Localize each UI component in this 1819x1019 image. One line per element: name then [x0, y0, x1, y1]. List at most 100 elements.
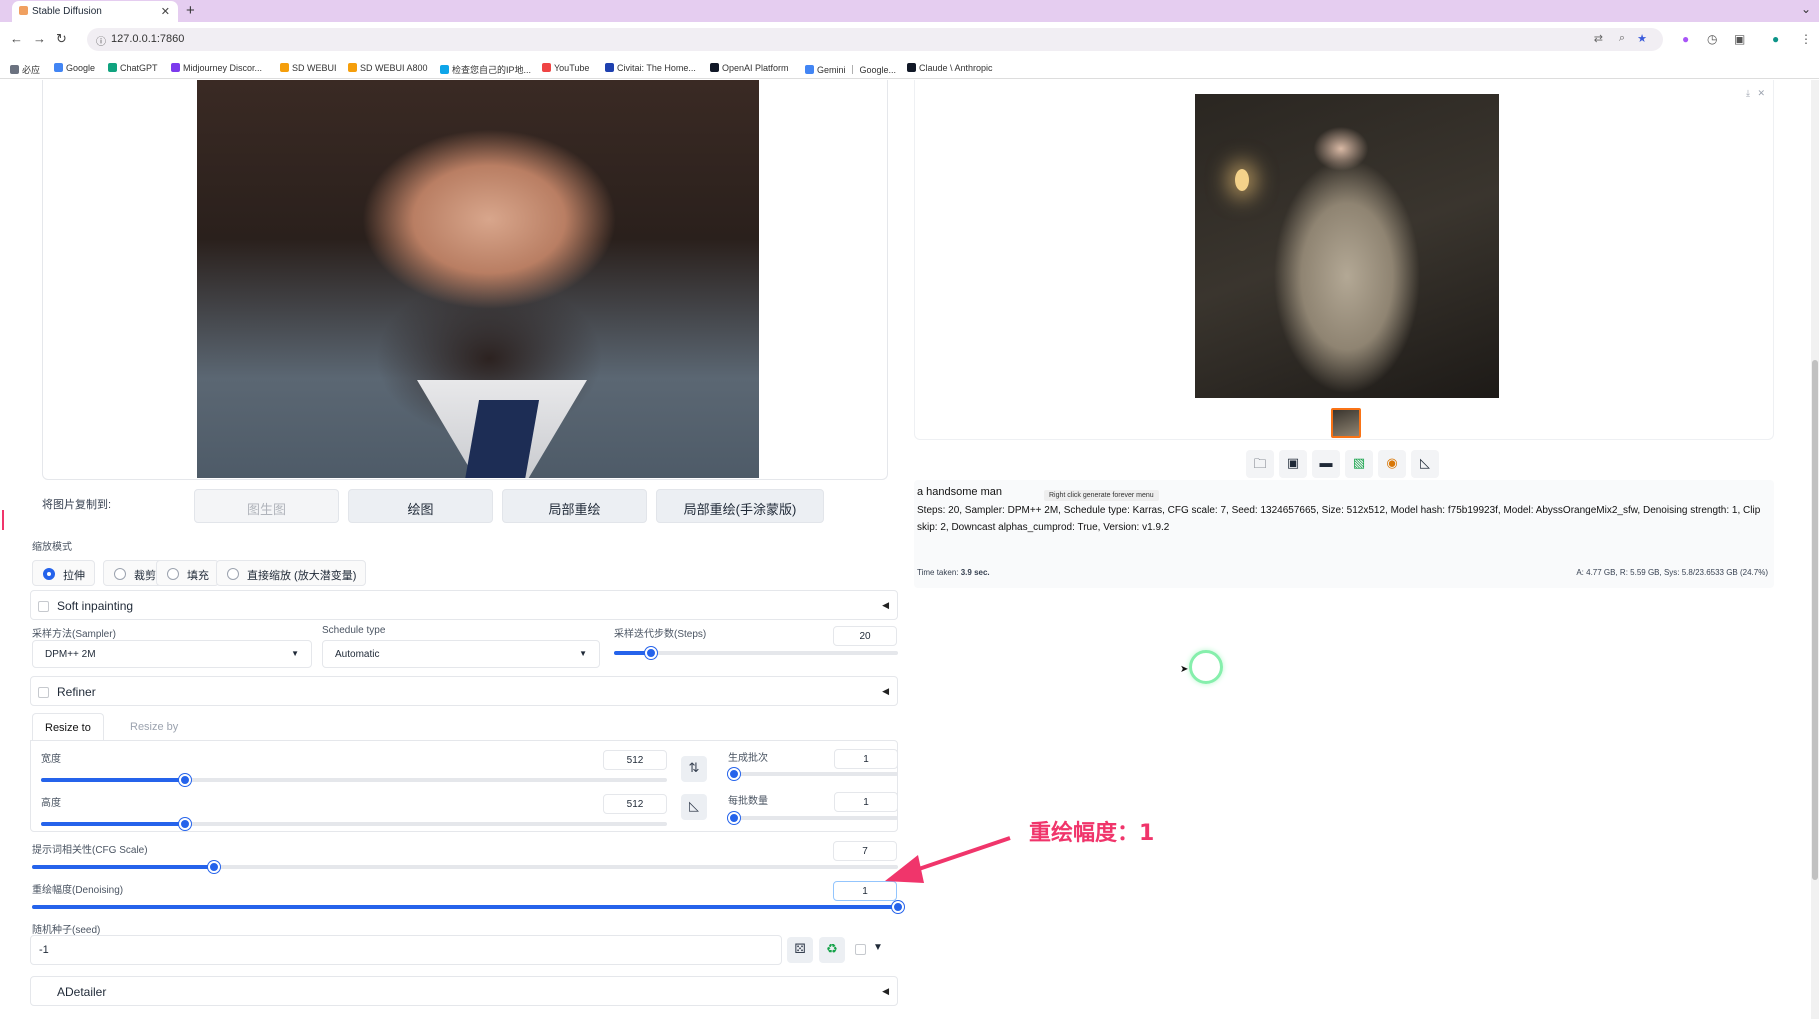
tab-search-icon[interactable]: ⌄: [1801, 2, 1811, 16]
soft-inpainting-accordion[interactable]: Soft inpainting ◀: [30, 590, 898, 620]
send-to-inpaint-icon[interactable]: ◉: [1378, 450, 1406, 478]
bookmark-item[interactable]: 必应: [10, 63, 40, 76]
aspect-ratio-icon[interactable]: ◺: [681, 794, 707, 820]
slider-fill: [41, 822, 185, 826]
collapse-arrow-icon[interactable]: ◀: [882, 600, 889, 611]
zip-icon[interactable]: ▬: [1312, 450, 1340, 478]
bookmark-item[interactable]: 检查您自己的IP地...: [440, 63, 531, 76]
open-folder-icon[interactable]: 🗀: [1246, 450, 1274, 478]
random-dice-icon[interactable]: ⚄: [787, 937, 813, 963]
download-icon[interactable]: ⤓: [1746, 88, 1750, 98]
extension-icon[interactable]: ●: [1682, 32, 1689, 46]
browser-nav-bar: ← → ↻ ⓘ 127.0.0.1:7860 ⇄ ⌕ ★ ● ◷ ▣ ● ⋮: [0, 22, 1819, 57]
steps-number-input[interactable]: 20: [833, 626, 897, 646]
swap-dimensions-icon[interactable]: ⇅: [681, 756, 707, 782]
bookmark-star-icon[interactable]: ★: [1637, 32, 1647, 45]
bookmark-favicon-icon: [710, 63, 719, 72]
bookmark-item[interactable]: ChatGPT: [108, 63, 158, 73]
denoising-slider[interactable]: [32, 900, 904, 914]
copy-to-inpaint-sketch-button[interactable]: 局部重绘(手涂蒙版): [656, 489, 824, 523]
zoom-icon[interactable]: ⌕: [1619, 32, 1625, 45]
sampler-select[interactable]: DPM++ 2M ▼: [32, 640, 312, 668]
batch-size-number-input[interactable]: 1: [834, 792, 898, 812]
refiner-accordion[interactable]: Refiner ◀: [30, 676, 898, 706]
history-icon[interactable]: ◷: [1707, 32, 1717, 46]
slider-knob[interactable]: [728, 768, 740, 780]
back-icon[interactable]: ←: [10, 31, 23, 46]
generated-image[interactable]: [1195, 94, 1499, 398]
width-number-input[interactable]: 512: [603, 750, 667, 770]
collapse-arrow-icon[interactable]: ◀: [882, 986, 889, 997]
resize-mode-fill[interactable]: 填充: [156, 560, 219, 586]
resize-mode-latent-upscale[interactable]: 直接缩放 (放大潜变量): [216, 560, 367, 586]
copy-to-inpaint-button[interactable]: 局部重绘: [502, 489, 647, 523]
bookmark-item[interactable]: SD WEBUI A800: [348, 63, 428, 73]
browser-tab[interactable]: Stable Diffusion ✕: [12, 1, 178, 22]
bookmark-item[interactable]: Midjourney Discor...: [171, 63, 262, 73]
slider-knob[interactable]: [728, 812, 740, 824]
prompt-text: a handsome man: [917, 486, 1002, 498]
img2img-settings-column: 将图片复制到: 图生图 绘图 局部重绘 局部重绘(手涂蒙版) 缩放模式 拉伸 裁…: [30, 80, 904, 1019]
bookmark-item[interactable]: Claude \ Anthropic: [907, 63, 993, 73]
address-bar[interactable]: ⓘ 127.0.0.1:7860 ⇄ ⌕ ★: [87, 28, 1663, 51]
site-info-icon[interactable]: ⓘ: [96, 33, 106, 48]
slider-knob[interactable]: [207, 861, 220, 873]
send-to-extras-icon[interactable]: ◺: [1411, 450, 1439, 478]
batch-count-number-input[interactable]: 1: [834, 749, 898, 769]
tab-resize-to[interactable]: Resize to: [32, 713, 104, 741]
seed-input[interactable]: -1: [30, 935, 782, 965]
bookmark-item[interactable]: Google: [54, 63, 95, 73]
bookmark-item[interactable]: OpenAI Platform: [710, 63, 789, 73]
reload-icon[interactable]: ↻: [56, 31, 67, 47]
tooltip: Right click generate forever menu: [1044, 490, 1159, 501]
browser-menu-icon[interactable]: ⋮: [1800, 32, 1812, 46]
denoising-label: 重绘幅度(Denoising): [32, 885, 124, 896]
radio-dot-icon: [43, 568, 55, 580]
copy-to-sketch-button[interactable]: 绘图: [348, 489, 493, 523]
translate-icon[interactable]: ⇄: [1594, 32, 1603, 45]
scrollbar-thumb[interactable]: [1812, 360, 1818, 880]
batch-count-slider[interactable]: [728, 767, 898, 781]
height-slider[interactable]: [41, 817, 667, 831]
send-to-img2img-icon[interactable]: ▧: [1345, 450, 1373, 478]
adetailer-accordion[interactable]: ADetailer ◀: [30, 976, 898, 1006]
source-photo-image: [197, 80, 759, 478]
soft-inpainting-checkbox[interactable]: [38, 601, 49, 612]
extra-seed-checkbox[interactable]: [855, 944, 866, 955]
slider-knob[interactable]: [178, 818, 191, 830]
schedule-type-select[interactable]: Automatic ▼: [322, 640, 600, 668]
cfg-scale-slider[interactable]: [32, 860, 898, 874]
generation-info: a handsome man Right click generate fore…: [914, 480, 1774, 588]
refiner-checkbox[interactable]: [38, 687, 49, 698]
extensions-puzzle-icon[interactable]: ▣: [1734, 32, 1745, 46]
page-scrollbar[interactable]: [1811, 80, 1819, 1019]
profile-avatar-icon[interactable]: ●: [1772, 32, 1779, 46]
resize-mode-stretch[interactable]: 拉伸: [32, 560, 95, 586]
batch-size-slider[interactable]: [728, 811, 898, 825]
copy-to-img2img-button[interactable]: 图生图: [194, 489, 339, 523]
output-gallery: ⤓ ✕: [914, 80, 1774, 440]
bookmark-favicon-icon: [10, 65, 19, 74]
tab-resize-by[interactable]: Resize by: [118, 713, 190, 741]
slider-knob[interactable]: [892, 901, 904, 913]
slider-knob[interactable]: [178, 774, 191, 786]
bookmark-item[interactable]: SD WEBUI: [280, 63, 337, 73]
source-image-panel[interactable]: [42, 80, 888, 480]
close-tab-icon[interactable]: ✕: [161, 5, 170, 18]
bookmark-item[interactable]: Civitai: The Home...: [605, 63, 696, 73]
collapse-arrow-icon[interactable]: ◀: [882, 686, 889, 697]
extra-seed-toggle-icon[interactable]: ▼: [873, 942, 883, 953]
gallery-thumbnail[interactable]: [1331, 408, 1361, 438]
save-icon[interactable]: ▣: [1279, 450, 1307, 478]
width-slider[interactable]: [41, 773, 667, 787]
close-icon[interactable]: ✕: [1757, 88, 1765, 98]
bookmark-favicon-icon: [907, 63, 916, 72]
bookmark-item[interactable]: YouTube: [542, 63, 589, 73]
height-number-input[interactable]: 512: [603, 794, 667, 814]
bookmark-item[interactable]: Gemini ｜ Google...: [805, 63, 896, 76]
new-tab-icon[interactable]: +: [186, 2, 195, 19]
forward-icon[interactable]: →: [33, 31, 46, 46]
recycle-seed-icon[interactable]: ♻: [819, 937, 845, 963]
steps-slider[interactable]: [614, 646, 898, 660]
slider-knob[interactable]: [644, 647, 657, 659]
